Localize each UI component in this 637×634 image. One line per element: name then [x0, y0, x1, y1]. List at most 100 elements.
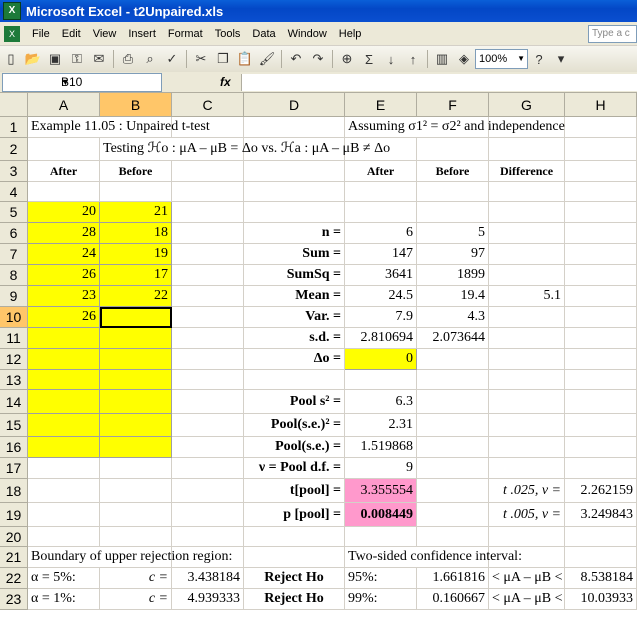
cell-b3[interactable]: Before [100, 161, 172, 182]
cell-a23[interactable]: α = 1%: [28, 589, 100, 610]
cut-icon[interactable]: ✂ [191, 49, 211, 69]
cell-c23[interactable]: 4.939333 [172, 589, 244, 610]
format-painter-icon[interactable]: 🖌 [257, 49, 277, 69]
cell-b14[interactable] [100, 390, 172, 414]
cell-b16[interactable] [100, 437, 172, 458]
cell-f2[interactable] [417, 138, 489, 161]
permission-icon[interactable]: ⚿ [67, 49, 87, 69]
cell-f8[interactable]: 1899 [417, 265, 489, 286]
cell-e23[interactable]: 99%: [345, 589, 417, 610]
row-header-2[interactable]: 2 [0, 138, 28, 161]
cell-e17[interactable]: 9 [345, 458, 417, 479]
cell-f15[interactable] [417, 414, 489, 437]
cell-c13[interactable] [172, 370, 244, 390]
cell-h21[interactable] [565, 547, 637, 568]
cell-f14[interactable] [417, 390, 489, 414]
cell-h14[interactable] [565, 390, 637, 414]
cell-b5[interactable]: 21 [100, 202, 172, 223]
row-header-1[interactable]: 1 [0, 117, 28, 138]
cell-d5[interactable] [244, 202, 345, 223]
row-header-3[interactable]: 3 [0, 161, 28, 182]
cell-e8[interactable]: 3641 [345, 265, 417, 286]
cell-a14[interactable] [28, 390, 100, 414]
cell-a1[interactable]: Example 11.05 : Unpaired t-test [28, 117, 210, 138]
toolbar-options-icon[interactable]: ▾ [551, 49, 571, 69]
help-search-input[interactable]: Type a c [588, 24, 637, 43]
column-header-e[interactable]: E [345, 93, 417, 117]
cell-g11[interactable] [489, 328, 565, 349]
cell-b23[interactable]: c = [100, 589, 172, 610]
cell-a8[interactable]: 26 [28, 265, 100, 286]
cell-g19[interactable]: t .005, ν = [489, 503, 565, 527]
redo-icon[interactable]: ↷ [308, 49, 328, 69]
cell-h16[interactable] [565, 437, 637, 458]
save-icon[interactable]: ▣ [45, 49, 65, 69]
cell-e9[interactable]: 24.5 [345, 286, 417, 307]
menu-tools[interactable]: Tools [209, 28, 247, 40]
cell-d22[interactable]: Reject Ho [244, 568, 345, 589]
cell-d23[interactable]: Reject Ho [244, 589, 345, 610]
cell-g7[interactable] [489, 244, 565, 265]
cell-h23[interactable]: 10.03933 [565, 589, 637, 610]
cell-h19[interactable]: 3.249843 [565, 503, 637, 527]
cell-f12[interactable] [417, 349, 489, 370]
cell-g14[interactable] [489, 390, 565, 414]
cell-e12[interactable]: 0 [345, 349, 417, 370]
print-preview-icon[interactable]: ⌕ [140, 49, 160, 69]
row-header-23[interactable]: 23 [0, 589, 28, 610]
cell-e16[interactable]: 1.519868 [345, 437, 417, 458]
cell-e6[interactable]: 6 [345, 223, 417, 244]
cell-d15[interactable]: Pool(s.e.)² = [244, 414, 345, 437]
cell-f23[interactable]: 0.160667 [417, 589, 489, 610]
cell-g23[interactable]: < μA – μB < [489, 589, 565, 610]
cell-a19[interactable] [28, 503, 100, 527]
cell-h11[interactable] [565, 328, 637, 349]
cell-c17[interactable] [172, 458, 244, 479]
row-header-14[interactable]: 14 [0, 390, 28, 414]
menu-file[interactable]: File [26, 28, 56, 40]
cell-d6[interactable]: n = [244, 223, 345, 244]
cell-a20[interactable] [28, 527, 100, 547]
document-icon[interactable]: X [4, 25, 20, 42]
print-icon[interactable]: ⎙ [118, 49, 138, 69]
cell-c14[interactable] [172, 390, 244, 414]
drawing-icon[interactable]: ◈ [454, 49, 474, 69]
cell-g13[interactable] [489, 370, 565, 390]
cell-e18[interactable]: 3.355554 [345, 479, 417, 503]
cell-e21[interactable]: Two-sided confidence interval: [345, 547, 522, 568]
row-header-6[interactable]: 6 [0, 223, 28, 244]
row-header-10[interactable]: 10 [0, 307, 28, 328]
name-box[interactable]: B10 ▼ [2, 72, 162, 92]
cell-f6[interactable]: 5 [417, 223, 489, 244]
cell-g5[interactable] [489, 202, 565, 223]
spelling-icon[interactable]: ✓ [162, 49, 182, 69]
cell-a5[interactable]: 20 [28, 202, 100, 223]
row-header-5[interactable]: 5 [0, 202, 28, 223]
menu-format[interactable]: Format [162, 28, 209, 40]
cell-d14[interactable]: Pool s² = [244, 390, 345, 414]
autosum-icon[interactable]: Σ [359, 49, 379, 69]
menu-data[interactable]: Data [246, 28, 281, 40]
cell-h3[interactable] [565, 161, 637, 182]
cell-a13[interactable] [28, 370, 100, 390]
cell-a10[interactable]: 26 [28, 307, 100, 328]
cell-h6[interactable] [565, 223, 637, 244]
cell-g3[interactable]: Difference [489, 161, 565, 182]
cell-c22[interactable]: 3.438184 [172, 568, 244, 589]
cell-c19[interactable] [172, 503, 244, 527]
row-header-22[interactable]: 22 [0, 568, 28, 589]
cell-f19[interactable] [417, 503, 489, 527]
cell-e5[interactable] [345, 202, 417, 223]
cell-a21[interactable]: Boundary of upper rejection region: [28, 547, 232, 568]
cell-a15[interactable] [28, 414, 100, 437]
cell-f5[interactable] [417, 202, 489, 223]
cell-g10[interactable] [489, 307, 565, 328]
cell-a2[interactable] [28, 138, 100, 161]
cell-g17[interactable] [489, 458, 565, 479]
cell-h4[interactable] [565, 182, 637, 202]
column-header-c[interactable]: C [172, 93, 244, 117]
cell-c16[interactable] [172, 437, 244, 458]
cell-c15[interactable] [172, 414, 244, 437]
cell-g4[interactable] [489, 182, 565, 202]
cell-d4[interactable] [244, 182, 345, 202]
